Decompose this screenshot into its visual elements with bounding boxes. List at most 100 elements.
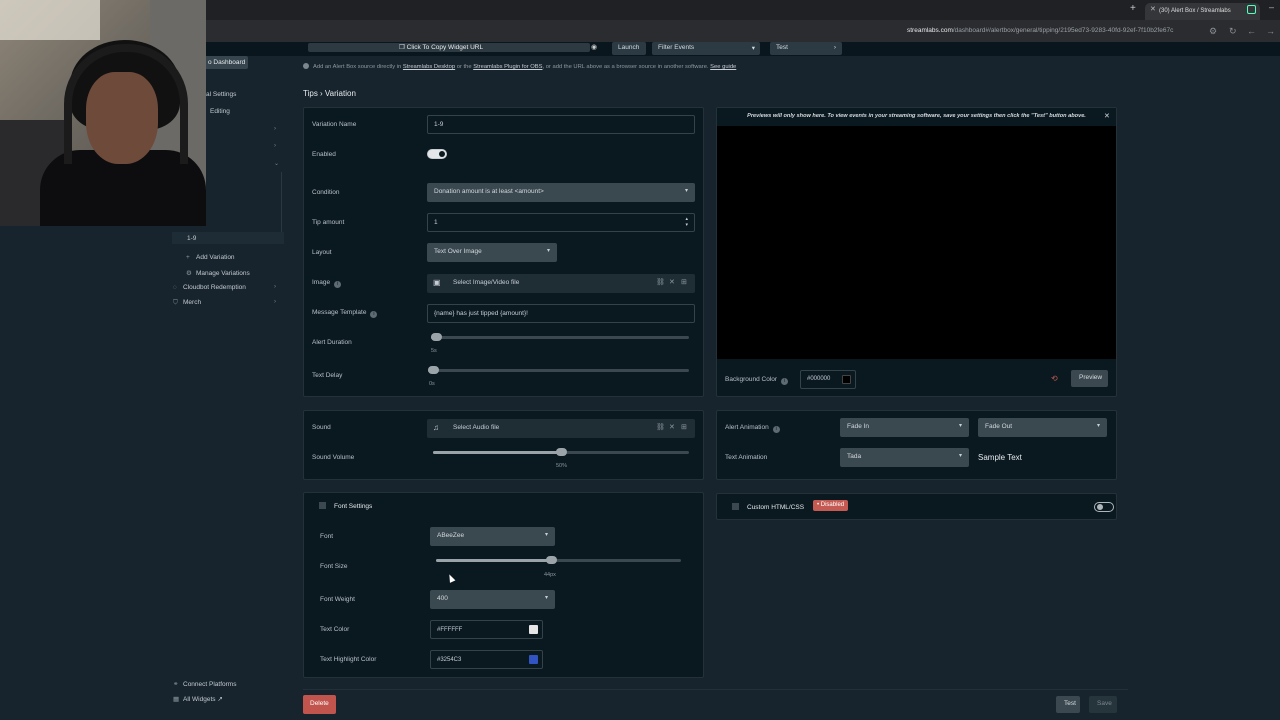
background-color-label: Background Color i <box>725 376 789 385</box>
eye-icon[interactable]: ◉ <box>591 43 597 51</box>
font-settings-header[interactable]: Font Settings <box>319 502 372 510</box>
sidebar-manage-variations[interactable]: ⚙ Manage Variations <box>186 269 250 277</box>
text-color-swatch[interactable] <box>529 625 538 634</box>
stepper-icon: ▴ ▾ <box>685 216 688 228</box>
preview-canvas <box>717 126 1116 359</box>
sound-volume-value: 50% <box>556 463 568 469</box>
custom-html-toggle[interactable] <box>1094 502 1114 512</box>
reload-icon[interactable]: ↻ <box>1229 26 1237 37</box>
font-size-slider[interactable] <box>436 556 681 564</box>
cloudbot-icon: ◌ <box>173 284 177 291</box>
text-animation-select[interactable]: Tada ▾ <box>840 448 969 467</box>
alert-duration-slider[interactable] <box>431 333 689 341</box>
custom-html-header[interactable]: Custom HTML/CSS <box>732 503 804 511</box>
forward-icon[interactable]: → <box>1266 26 1275 36</box>
info-icon: i <box>781 378 789 385</box>
sound-volume-slider[interactable] <box>433 448 689 456</box>
status-badge: • Disabled <box>813 500 849 511</box>
url-field[interactable]: streamlabs.com/dashboard#/alertbox/gener… <box>907 27 1205 34</box>
window-minimize-icon[interactable]: – <box>1269 2 1274 12</box>
breadcrumb: Tips › Variation <box>303 89 356 98</box>
sidebar-all-widgets[interactable]: ▦ All Widgets ↗ <box>173 695 223 703</box>
copy-widget-url-button[interactable]: ❐ Click To Copy Widget URL <box>399 43 483 51</box>
tip-amount-label: Tip amount <box>312 219 345 226</box>
shirt-icon: ⛉ <box>173 299 178 306</box>
new-tab-icon[interactable]: + <box>1130 3 1136 14</box>
chevron-right-icon[interactable]: › <box>274 284 276 290</box>
text-color-input[interactable]: #FFFFFF <box>430 620 543 639</box>
close-icon: ✕ <box>669 424 675 431</box>
enabled-label: Enabled <box>312 151 336 158</box>
tab-close-icon[interactable]: ✕ <box>1150 5 1156 13</box>
tip-amount-input[interactable]: 1 ▴ ▾ <box>427 213 695 232</box>
sidebar-cloudbot-redemption[interactable]: ◌ Cloudbot Redemption <box>173 284 246 291</box>
info-icon: i <box>772 426 780 433</box>
preview-button[interactable]: Preview <box>1071 370 1108 387</box>
sidebar-merch[interactable]: ⛉ Merch <box>173 299 201 307</box>
enabled-toggle[interactable] <box>427 149 447 159</box>
delete-button[interactable]: Delete <box>303 695 336 714</box>
layout-select[interactable]: Text Over Image ▾ <box>427 243 557 262</box>
variation-name-input[interactable]: 1-9 <box>427 115 695 134</box>
alert-duration-value: 5s <box>431 348 437 354</box>
alert-animation-out-select[interactable]: Fade Out ▾ <box>978 418 1107 437</box>
test-button[interactable]: Test <box>1056 696 1080 713</box>
background-color-swatch[interactable] <box>842 375 851 384</box>
link-icon: ⛓ <box>656 424 665 431</box>
expand-icon <box>732 503 739 510</box>
save-button[interactable]: Save <box>1089 696 1117 713</box>
launch-button[interactable]: Launch <box>612 42 646 55</box>
music-icon: ♫ <box>433 423 439 432</box>
collapse-icon <box>319 502 326 509</box>
alert-animation-in-select[interactable]: Fade In ▾ <box>840 418 969 437</box>
alert-duration-label: Alert Duration <box>312 339 352 346</box>
plus-icon: + <box>186 254 190 261</box>
condition-select[interactable]: Donation amount is at least <amount> ▾ <box>427 183 695 202</box>
chevron-right-icon[interactable]: › <box>274 143 276 149</box>
image-file-picker[interactable]: ▣ Select Image/Video file ⛓ ✕ ⊞ <box>427 274 695 293</box>
sound-file-picker[interactable]: ♫ Select Audio file ⛓ ✕ ⊞ <box>427 419 695 438</box>
preview-note: Previews will only show here. To view ev… <box>717 108 1116 126</box>
link-icon: ⛓ <box>656 279 665 286</box>
extension-icon[interactable] <box>1247 5 1256 14</box>
text-highlight-label: Text Highlight Color <box>320 656 377 663</box>
filter-events-select[interactable]: Filter Events ▾ <box>652 42 760 55</box>
sidebar-connect-platforms[interactable]: ⚭ Connect Platforms <box>173 680 236 688</box>
browser-tab[interactable]: (30) Alert Box / Streamlabs <box>1145 3 1260 20</box>
reset-icon[interactable]: ⟲ <box>1051 374 1058 383</box>
obs-plugin-link[interactable]: Streamlabs Plugin for OBS <box>473 64 542 70</box>
streamlabs-desktop-link[interactable]: Streamlabs Desktop <box>403 64 455 70</box>
message-template-input[interactable]: {name} has just tipped {amount}! <box>427 304 695 323</box>
grid-icon: ⊞ <box>681 279 687 286</box>
gear-icon: ⚙ <box>186 270 192 277</box>
font-size-value: 44px <box>544 572 556 578</box>
chevron-right-icon[interactable]: › <box>274 126 276 132</box>
chevron-right-icon[interactable]: › <box>274 299 276 305</box>
info-icon: i <box>370 311 378 318</box>
image-icon: ▣ <box>433 278 441 287</box>
close-icon[interactable]: ✕ <box>1104 112 1110 120</box>
sound-volume-label: Sound Volume <box>312 454 355 461</box>
message-template-label: Message Template i <box>312 309 378 318</box>
text-highlight-swatch[interactable] <box>529 655 538 664</box>
see-guide-link[interactable]: See guide <box>710 64 736 70</box>
sidebar-editing[interactable]: Editing <box>210 108 230 115</box>
text-delay-slider[interactable] <box>428 366 689 374</box>
external-link-icon: ↗ <box>217 696 223 703</box>
text-animation-label: Text Animation <box>725 454 768 461</box>
image-label: Image i <box>312 279 342 288</box>
font-select[interactable]: ABeeZee ▾ <box>430 527 555 546</box>
chevron-down-icon[interactable]: ⌄ <box>274 160 279 167</box>
sidebar-general-settings[interactable]: al Settings <box>206 91 236 98</box>
font-weight-select[interactable]: 400 ▾ <box>430 590 555 609</box>
test-events-button[interactable]: Test › <box>770 42 842 55</box>
grid-icon: ▦ <box>173 696 180 703</box>
back-icon[interactable]: ← <box>1247 26 1256 36</box>
condition-label: Condition <box>312 189 340 196</box>
text-highlight-input[interactable]: #3254C3 <box>430 650 543 669</box>
font-label: Font <box>320 533 334 540</box>
footer-divider <box>303 689 1128 690</box>
extensions-icon[interactable]: ⚙ <box>1209 26 1217 37</box>
sidebar-add-variation[interactable]: + Add Variation <box>186 254 235 261</box>
sidebar-variation-1-9[interactable]: 1-9 <box>187 235 196 242</box>
